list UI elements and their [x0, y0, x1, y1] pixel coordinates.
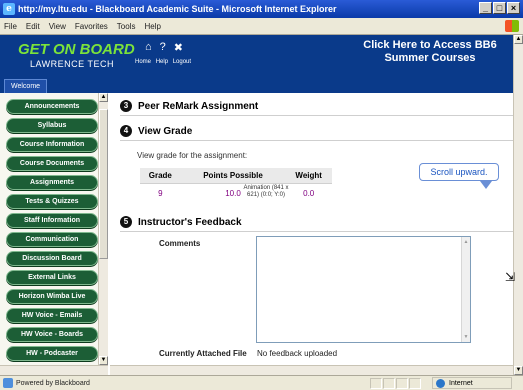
scroll-up-arrow-icon[interactable]: ▲ [514, 35, 523, 44]
column-header: Weight [285, 168, 332, 184]
scroll-down-arrow-icon[interactable]: ▼ [514, 366, 523, 375]
course-menu: Announcements Syllabus Course Informatio… [0, 93, 108, 365]
nav-syllabus[interactable]: Syllabus [6, 118, 98, 133]
windows-logo-icon [505, 20, 519, 32]
globe-icon [436, 378, 445, 388]
section-4-title: View Grade [138, 125, 193, 137]
menu-help[interactable]: Help [144, 22, 160, 31]
nav-announcements[interactable]: Announcements [6, 99, 98, 114]
nav-external-links[interactable]: External Links [6, 270, 98, 285]
weight-cell: 0.0 [303, 188, 315, 198]
nav-course-information[interactable]: Course Information [6, 137, 98, 152]
animation-size-note: Animation (841 x 621) (0:0; Y:0) [242, 185, 290, 199]
nav-discussion-board[interactable]: Discussion Board [6, 251, 98, 266]
nav-course-documents[interactable]: Course Documents [6, 156, 98, 171]
nav-assignments[interactable]: Assignments [6, 175, 98, 190]
logout-link[interactable]: Logout [173, 59, 191, 65]
maximize-button[interactable]: □ [493, 2, 506, 14]
main-hscrollbar[interactable] [110, 365, 513, 375]
scroll-down-arrow-icon[interactable]: ▼ [462, 333, 470, 341]
sidebar-scroll-down-icon[interactable]: ▼ [99, 356, 108, 365]
status-pane [370, 378, 382, 389]
nav-hw-podcaster[interactable]: HW - Podcaster [6, 346, 98, 361]
section-4-header: 4 View Grade [120, 123, 192, 139]
resize-cursor-icon: ⇲ [505, 270, 516, 284]
nav-staff-information[interactable]: Staff Information [6, 213, 98, 228]
attached-file-value: No feedback uploaded [257, 349, 338, 358]
grade-cell: 9 [158, 188, 163, 198]
ie-icon: e [3, 3, 15, 15]
comments-textarea[interactable]: ▲ ▼ [256, 236, 471, 343]
step-4-badge: 4 [120, 125, 132, 137]
section-5-title: Instructor's Feedback [138, 216, 242, 228]
logo-subtext: LAWRENCE TECH [30, 59, 115, 69]
sidebar-scrollbar[interactable]: ▲ ▼ [98, 93, 108, 365]
attached-file-label: Currently Attached File [159, 349, 247, 358]
status-bar: Powered by Blackboard Internet [0, 375, 523, 390]
sidebar-hscrollbar[interactable] [0, 365, 108, 375]
home-icon[interactable]: ⌂ [145, 41, 152, 54]
window-titlebar: e http://my.ltu.edu - Blackboard Academi… [0, 0, 523, 18]
menu-file[interactable]: File [4, 22, 17, 31]
home-link[interactable]: Home [135, 59, 151, 65]
scroll-upward-callout: Scroll upward. [419, 163, 499, 181]
sidebar-scroll-up-icon[interactable]: ▲ [99, 93, 108, 102]
scroll-up-arrow-icon[interactable]: ▲ [462, 238, 470, 246]
section-5-header: 5 Instructor's Feedback [120, 214, 242, 230]
table-row: 9 10.0 0.0 [140, 183, 332, 203]
bb6-access-link[interactable]: Click Here to Access BB6 Summer Courses [360, 39, 500, 65]
step-5-badge: 5 [120, 216, 132, 228]
divider [120, 231, 513, 232]
callout-tail [480, 181, 492, 189]
logo-text[interactable]: GET ON BOARD [18, 41, 135, 58]
view-grade-description: View grade for the assignment: [137, 151, 248, 160]
nav-communication[interactable]: Communication [6, 232, 98, 247]
status-pane [383, 378, 395, 389]
menu-view[interactable]: View [49, 22, 66, 31]
section-3-header: 3 Peer ReMark Assignment [120, 98, 258, 114]
tab-welcome[interactable]: Welcome [4, 79, 48, 93]
window-scrollbar[interactable]: ▲ ▼ [513, 35, 523, 375]
sidebar-scroll-thumb[interactable] [99, 109, 108, 259]
nav-tests-quizzes[interactable]: Tests & Quizzes [6, 194, 98, 209]
page-icon [3, 378, 13, 388]
table-header-row: Grade Points Possible Weight [140, 168, 332, 184]
column-header: Points Possible [180, 168, 286, 184]
menu-edit[interactable]: Edit [26, 22, 40, 31]
menu-favorites[interactable]: Favorites [75, 22, 108, 31]
menu-bar: File Edit View Favorites Tools Help [0, 18, 523, 35]
column-header: Grade [140, 168, 181, 184]
help-icon[interactable]: ? [160, 41, 166, 54]
minimize-button[interactable]: _ [479, 2, 492, 14]
nav-horizon-wimba[interactable]: Horizon Wimba Live [6, 289, 98, 304]
main-content: 3 Peer ReMark Assignment 4 View Grade Vi… [110, 93, 513, 365]
section-3-title: Peer ReMark Assignment [138, 100, 259, 112]
step-3-badge: 3 [120, 100, 132, 112]
comments-label: Comments [159, 239, 201, 248]
window-title: http://my.ltu.edu - Blackboard Academic … [18, 4, 337, 14]
grade-table: Grade Points Possible Weight 9 10.0 0.0 [140, 168, 332, 203]
comments-scrollbar[interactable]: ▲ ▼ [461, 237, 470, 342]
nav-hw-voice-emails[interactable]: HW Voice - Emails [6, 308, 98, 323]
logout-icon[interactable]: ✖ [174, 41, 183, 54]
divider [120, 115, 513, 116]
zone-text: Internet [449, 379, 473, 387]
status-text: Powered by Blackboard [16, 379, 90, 387]
header-banner: GET ON BOARD LAWRENCE TECH ⌂ ? ✖ Home He… [0, 35, 513, 93]
divider [120, 140, 513, 141]
menu-tools[interactable]: Tools [117, 22, 136, 31]
nav-hw-voice-boards[interactable]: HW Voice - Boards [6, 327, 98, 342]
security-zone: Internet [432, 377, 512, 389]
status-pane [409, 378, 421, 389]
status-pane [396, 378, 408, 389]
help-link[interactable]: Help [156, 59, 168, 65]
close-button[interactable]: × [507, 2, 520, 14]
